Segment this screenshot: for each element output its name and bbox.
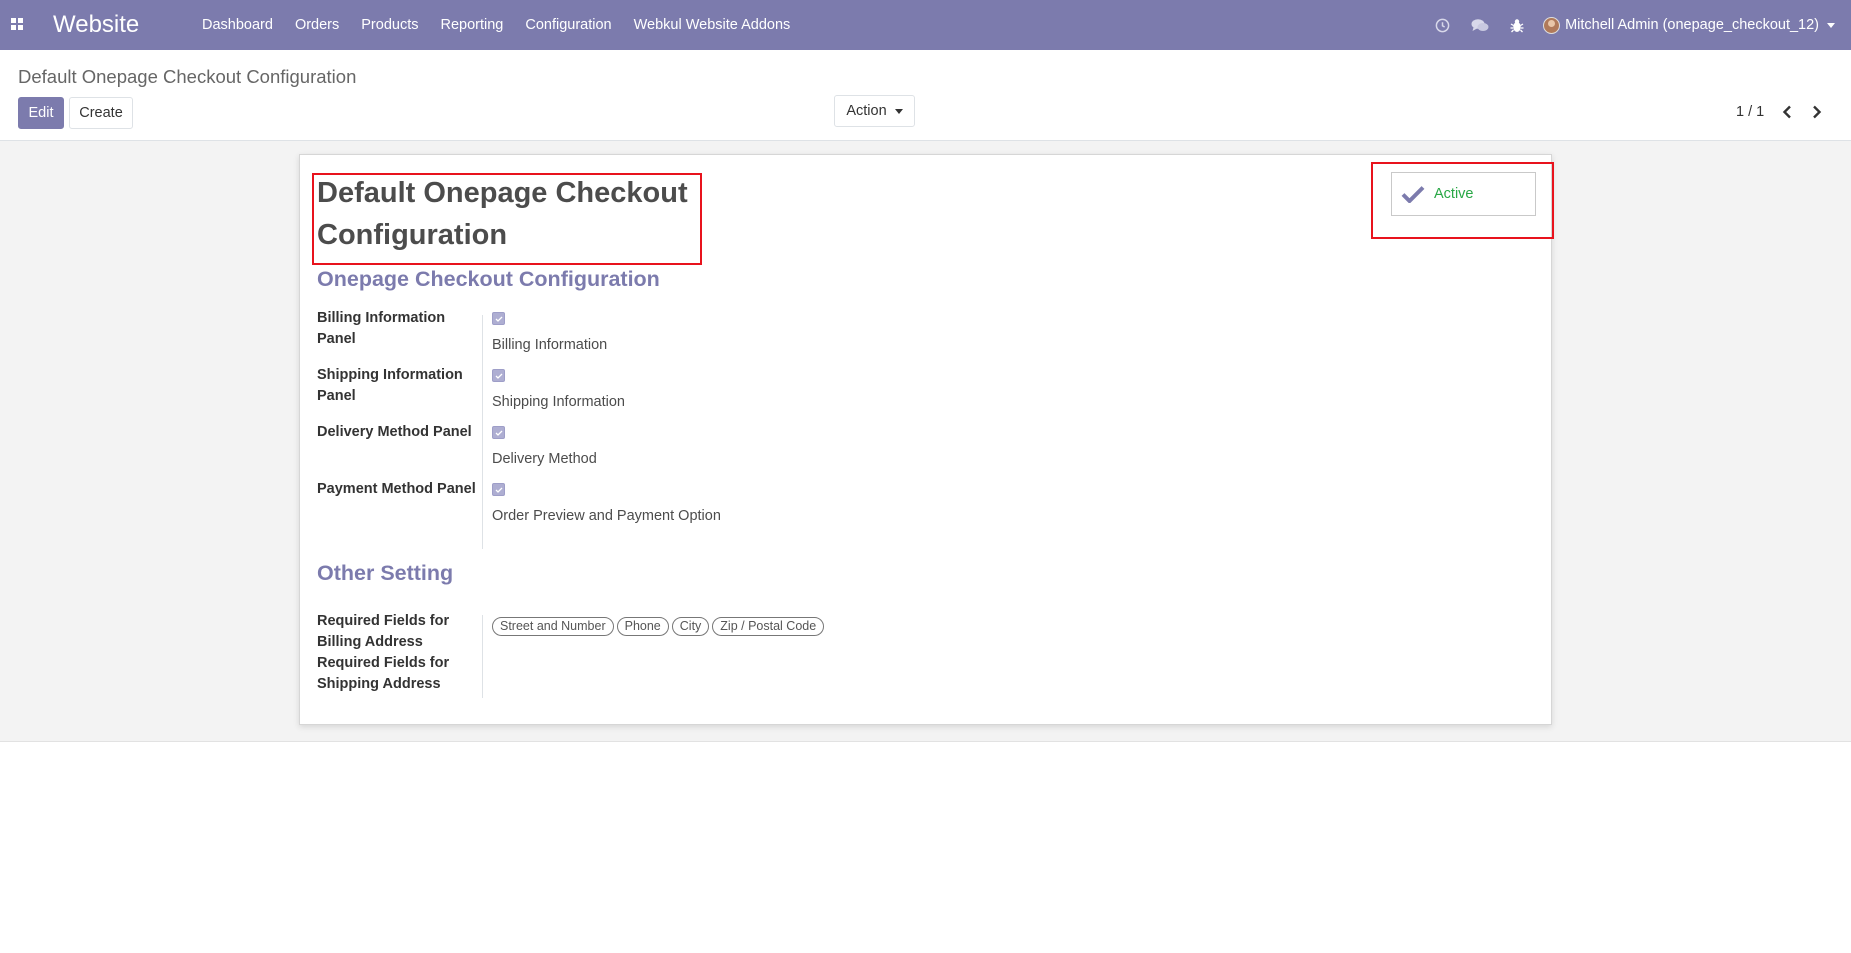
chat-bubbles-icon[interactable] bbox=[1461, 0, 1498, 50]
active-highlight-box bbox=[1371, 162, 1554, 239]
breadcrumb: Default Onepage Checkout Configuration bbox=[18, 66, 357, 87]
menu-item-orders[interactable]: Orders bbox=[284, 17, 350, 33]
title-highlight-box bbox=[312, 173, 702, 265]
systray: Mitchell Admin (onepage_checkout_12) bbox=[1424, 0, 1851, 50]
menu-item-configuration[interactable]: Configuration bbox=[514, 17, 622, 33]
pager-next-icon[interactable] bbox=[1808, 102, 1826, 122]
tag-phone[interactable]: Phone bbox=[616, 617, 669, 636]
shipping-panel-text: Shipping Information bbox=[492, 394, 625, 410]
chevron-down-icon bbox=[1827, 22, 1835, 28]
group-title-onepage-checkout: Onepage Checkout Configuration bbox=[317, 267, 660, 291]
debug-bug-icon[interactable] bbox=[1498, 0, 1535, 50]
app-brand[interactable]: Website bbox=[53, 11, 139, 39]
shipping-panel-checkbox[interactable] bbox=[492, 369, 505, 382]
delivery-panel-text: Delivery Method bbox=[492, 451, 597, 467]
delivery-panel-checkbox[interactable] bbox=[492, 426, 505, 439]
payment-panel-checkbox[interactable] bbox=[492, 483, 505, 496]
edit-button[interactable]: Edit bbox=[18, 97, 64, 129]
field-label-shipping-panel: Shipping Information Panel bbox=[317, 367, 463, 404]
main-menu: Dashboard Orders Products Reporting Conf… bbox=[191, 0, 801, 50]
control-panel: Default Onepage Checkout Configuration E… bbox=[0, 50, 1851, 141]
action-dropdown-button[interactable]: Action bbox=[834, 95, 915, 127]
group-divider bbox=[482, 615, 483, 698]
field-label-delivery-panel: Delivery Method Panel bbox=[317, 424, 472, 440]
group-title-other-setting: Other Setting bbox=[317, 561, 454, 585]
billing-required-tags: Street and Number Phone City Zip / Posta… bbox=[492, 617, 827, 636]
create-button[interactable]: Create bbox=[69, 97, 133, 129]
top-navbar: Website Dashboard Orders Products Report… bbox=[0, 0, 1851, 50]
user-name: Mitchell Admin (onepage_checkout_12) bbox=[1565, 17, 1819, 33]
menu-item-webkul-addons[interactable]: Webkul Website Addons bbox=[623, 17, 802, 33]
tag-street-number[interactable]: Street and Number bbox=[492, 617, 614, 636]
menu-item-reporting[interactable]: Reporting bbox=[430, 17, 515, 33]
caret-down-icon bbox=[894, 108, 903, 114]
user-menu[interactable]: Mitchell Admin (onepage_checkout_12) bbox=[1535, 0, 1851, 50]
pager-value[interactable]: 1 / 1 bbox=[1736, 104, 1764, 120]
user-avatar bbox=[1543, 16, 1561, 34]
form-view-background: Default Onepage Checkout Configuration A… bbox=[0, 141, 1851, 742]
menu-item-dashboard[interactable]: Dashboard bbox=[191, 17, 284, 33]
payment-panel-text: Order Preview and Payment Option bbox=[492, 508, 721, 524]
tag-zip[interactable]: Zip / Postal Code bbox=[712, 617, 825, 636]
group-divider bbox=[482, 315, 483, 549]
billing-panel-checkbox[interactable] bbox=[492, 312, 505, 325]
tag-city[interactable]: City bbox=[671, 617, 710, 636]
billing-panel-text: Billing Information bbox=[492, 337, 608, 353]
menu-item-products[interactable]: Products bbox=[350, 17, 429, 33]
field-label-shipping-required: Required Fields for Shipping Address bbox=[317, 655, 450, 692]
field-label-payment-panel: Payment Method Panel bbox=[317, 481, 476, 497]
pager-previous-icon[interactable] bbox=[1778, 102, 1796, 122]
apps-menu-icon[interactable] bbox=[11, 18, 24, 31]
action-label: Action bbox=[846, 103, 887, 119]
field-label-billing-required: Required Fields for Billing Address bbox=[317, 613, 450, 650]
form-sheet: Default Onepage Checkout Configuration A… bbox=[299, 154, 1554, 725]
field-label-billing-panel: Billing Information Panel bbox=[317, 310, 446, 347]
activity-clock-icon[interactable] bbox=[1424, 0, 1461, 50]
